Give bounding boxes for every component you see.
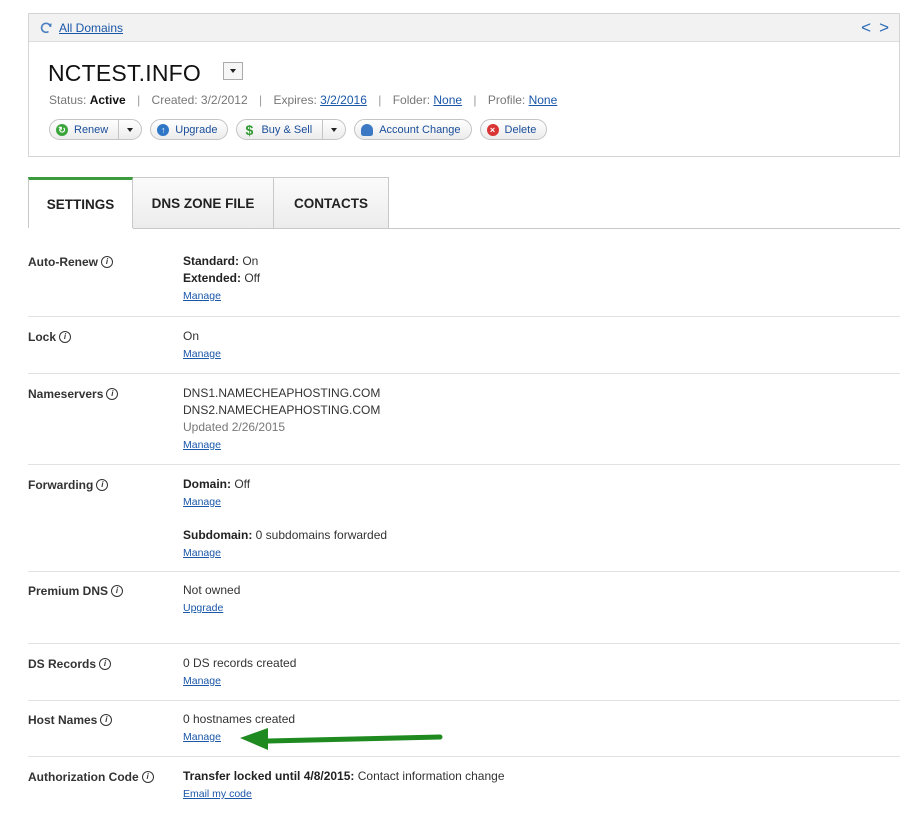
user-icon bbox=[361, 123, 374, 136]
buy-sell-button[interactable]: $ Buy & Sell bbox=[236, 119, 347, 140]
info-icon[interactable]: i bbox=[141, 771, 154, 783]
domain-header-panel: All Domains < > NCTEST.INFO Status: Acti… bbox=[28, 13, 900, 157]
domain-forward-value: Off bbox=[231, 477, 251, 491]
settings-list: Auto-Renew i Standard: On Extended: Off … bbox=[28, 229, 900, 815]
setting-label: Host Names bbox=[28, 713, 98, 727]
setting-premium-dns: Premium DNS i Not owned Upgrade bbox=[28, 572, 900, 644]
buy-sell-dropdown[interactable] bbox=[322, 120, 345, 139]
setting-nameservers: Nameservers i DNS1.NAMECHEAPHOSTING.COM … bbox=[28, 374, 900, 465]
lock-value: On bbox=[183, 329, 200, 343]
dollar-icon: $ bbox=[245, 121, 254, 138]
domain-dropdown-button[interactable] bbox=[222, 61, 243, 80]
setting-label: Forwarding bbox=[28, 478, 94, 492]
standard-value: On bbox=[239, 254, 259, 268]
account-change-label: Account Change bbox=[379, 123, 461, 136]
tab-settings[interactable]: SETTINGS bbox=[28, 177, 133, 228]
refresh-icon[interactable] bbox=[39, 21, 53, 35]
setting-label: Nameservers bbox=[28, 387, 104, 401]
all-domains-link[interactable]: All Domains bbox=[59, 21, 123, 35]
tab-contacts[interactable]: CONTACTS bbox=[274, 177, 389, 228]
setting-label: Auto-Renew bbox=[28, 255, 98, 269]
standard-label: Standard: bbox=[183, 254, 240, 268]
previous-domain-icon[interactable]: < bbox=[861, 19, 871, 36]
setting-label: Lock bbox=[28, 330, 57, 344]
renew-label: Renew bbox=[74, 123, 109, 136]
chevron-down-icon bbox=[127, 127, 134, 132]
status-label: Status: bbox=[49, 93, 87, 107]
expires-link[interactable]: 3/2/2016 bbox=[320, 93, 367, 107]
domain-topbar: All Domains < > bbox=[29, 14, 899, 42]
info-icon[interactable]: i bbox=[100, 714, 113, 726]
upgrade-label: Upgrade bbox=[175, 123, 218, 136]
subdomain-forward-manage-link[interactable]: Manage bbox=[183, 547, 221, 559]
setting-ds-records: DS Records i 0 DS records created Manage bbox=[28, 644, 900, 701]
upgrade-button[interactable]: ↑ Upgrade bbox=[150, 119, 229, 140]
expires-label: Expires: bbox=[273, 93, 317, 107]
profile-link[interactable]: None bbox=[529, 93, 558, 107]
next-domain-icon[interactable]: > bbox=[879, 19, 889, 36]
subdomain-forward-label: Subdomain: bbox=[183, 528, 253, 542]
nameserver-2: DNS2.NAMECHEAPHOSTING.COM bbox=[183, 403, 381, 417]
premium-dns-value: Not owned bbox=[183, 583, 241, 597]
chevron-down-icon bbox=[229, 68, 236, 73]
domain-nav: < > bbox=[861, 19, 889, 36]
delete-icon: × bbox=[486, 123, 499, 136]
renew-dropdown[interactable] bbox=[118, 120, 141, 139]
ds-records-value: 0 DS records created bbox=[183, 656, 297, 670]
extended-label: Extended: bbox=[183, 271, 242, 285]
renew-button[interactable]: ↻ Renew bbox=[49, 119, 143, 140]
setting-label: Authorization Code bbox=[28, 770, 139, 784]
chevron-down-icon bbox=[331, 127, 338, 132]
setting-lock: Lock i On Manage bbox=[28, 317, 900, 374]
domain-title: NCTEST.INFO bbox=[48, 60, 201, 86]
renew-icon: ↻ bbox=[56, 123, 68, 136]
auto-renew-manage-link[interactable]: Manage bbox=[183, 290, 221, 302]
domain-forward-manage-link[interactable]: Manage bbox=[183, 496, 221, 508]
info-icon[interactable]: i bbox=[96, 479, 109, 491]
lock-manage-link[interactable]: Manage bbox=[183, 348, 221, 360]
account-change-button[interactable]: Account Change bbox=[354, 119, 472, 140]
info-icon[interactable]: i bbox=[111, 585, 124, 597]
subdomain-forward-value: 0 subdomains forwarded bbox=[252, 528, 388, 542]
profile-label: Profile: bbox=[487, 93, 526, 107]
setting-label: DS Records bbox=[28, 657, 97, 671]
info-icon[interactable]: i bbox=[106, 388, 119, 400]
ds-records-manage-link[interactable]: Manage bbox=[183, 675, 221, 687]
setting-label: Premium DNS bbox=[28, 584, 109, 598]
setting-host-names: Host Names i 0 hostnames created Manage bbox=[28, 701, 900, 757]
info-icon[interactable]: i bbox=[59, 331, 72, 343]
domain-forward-label: Domain: bbox=[183, 477, 231, 491]
status-value: Active bbox=[89, 93, 126, 107]
nameserver-updated: Updated 2/26/2015 bbox=[183, 420, 286, 434]
delete-button[interactable]: × Delete bbox=[479, 119, 548, 140]
transfer-locked-label: Transfer locked until 4/8/2015: bbox=[183, 769, 355, 783]
created-value: 3/2/2012 bbox=[200, 93, 248, 107]
folder-label: Folder: bbox=[392, 93, 431, 107]
info-icon[interactable]: i bbox=[101, 256, 113, 268]
pointer-arrow-icon bbox=[240, 728, 443, 750]
title-row: NCTEST.INFO bbox=[48, 60, 243, 87]
upgrade-icon: ↑ bbox=[157, 123, 170, 136]
premium-dns-upgrade-link[interactable]: Upgrade bbox=[183, 602, 223, 614]
transfer-locked-value: Contact information change bbox=[354, 769, 505, 783]
domain-meta: Status: Active | Created: 3/2/2012 | Exp… bbox=[49, 93, 558, 107]
nameservers-manage-link[interactable]: Manage bbox=[183, 439, 221, 451]
action-buttons: ↻ Renew ↑ Upgrade $ Buy & Sell Account C… bbox=[49, 119, 548, 140]
setting-authorization-code: Authorization Code i Transfer locked unt… bbox=[28, 757, 900, 815]
nameserver-1: DNS1.NAMECHEAPHOSTING.COM bbox=[183, 386, 381, 400]
created-label: Created: bbox=[151, 93, 198, 107]
tab-dns-zone-file[interactable]: DNS ZONE FILE bbox=[133, 177, 274, 228]
info-icon[interactable]: i bbox=[99, 658, 112, 670]
folder-link[interactable]: None bbox=[433, 93, 462, 107]
setting-auto-renew: Auto-Renew i Standard: On Extended: Off … bbox=[28, 229, 900, 317]
setting-forwarding: Forwarding i Domain: Off Manage Subdomai… bbox=[28, 465, 900, 572]
buy-sell-label: Buy & Sell bbox=[261, 123, 313, 136]
delete-label: Delete bbox=[504, 123, 537, 136]
tab-bar: SETTINGS DNS ZONE FILE CONTACTS bbox=[28, 177, 389, 228]
email-my-code-link[interactable]: Email my code bbox=[183, 788, 252, 800]
host-names-manage-link[interactable]: Manage bbox=[183, 731, 221, 743]
extended-value: Off bbox=[241, 271, 261, 285]
